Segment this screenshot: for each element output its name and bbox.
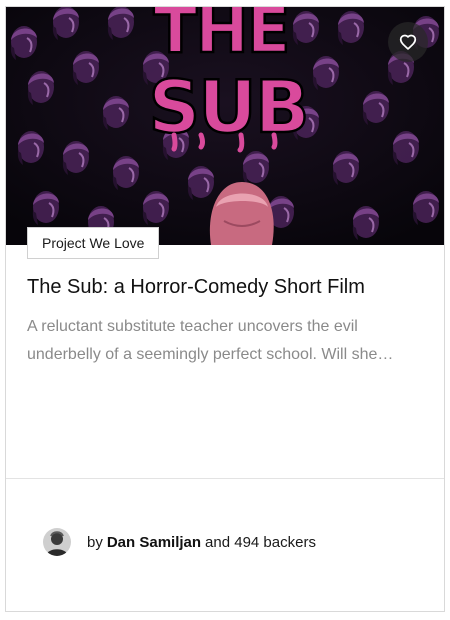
poster-title-lettering: THE SUB [147, 7, 311, 153]
creator-name-link[interactable]: Dan Samiljan [107, 534, 201, 551]
card-divider [6, 478, 444, 479]
poster-artwork: THE SUB [6, 7, 444, 245]
project-description: A reluctant substitute teacher uncovers … [27, 318, 378, 363]
heart-outline-icon [399, 34, 417, 50]
creator-avatar[interactable] [43, 528, 71, 556]
creator-row: by Dan Samiljan and 494 backers [43, 527, 316, 557]
project-we-love-badge: Project We Love [27, 227, 160, 259]
project-title[interactable]: The Sub: a Horror-Comedy Short Film [27, 274, 437, 300]
poster-title-line1: THE [154, 7, 289, 68]
backers-count: and 494 backers [205, 533, 316, 551]
project-hero-image[interactable]: THE SUB [6, 7, 444, 245]
favorite-button[interactable] [388, 22, 428, 62]
project-card[interactable]: THE SUB Project We Love The Sub: a Horro… [5, 6, 445, 612]
creator-prefix: by [87, 533, 103, 551]
